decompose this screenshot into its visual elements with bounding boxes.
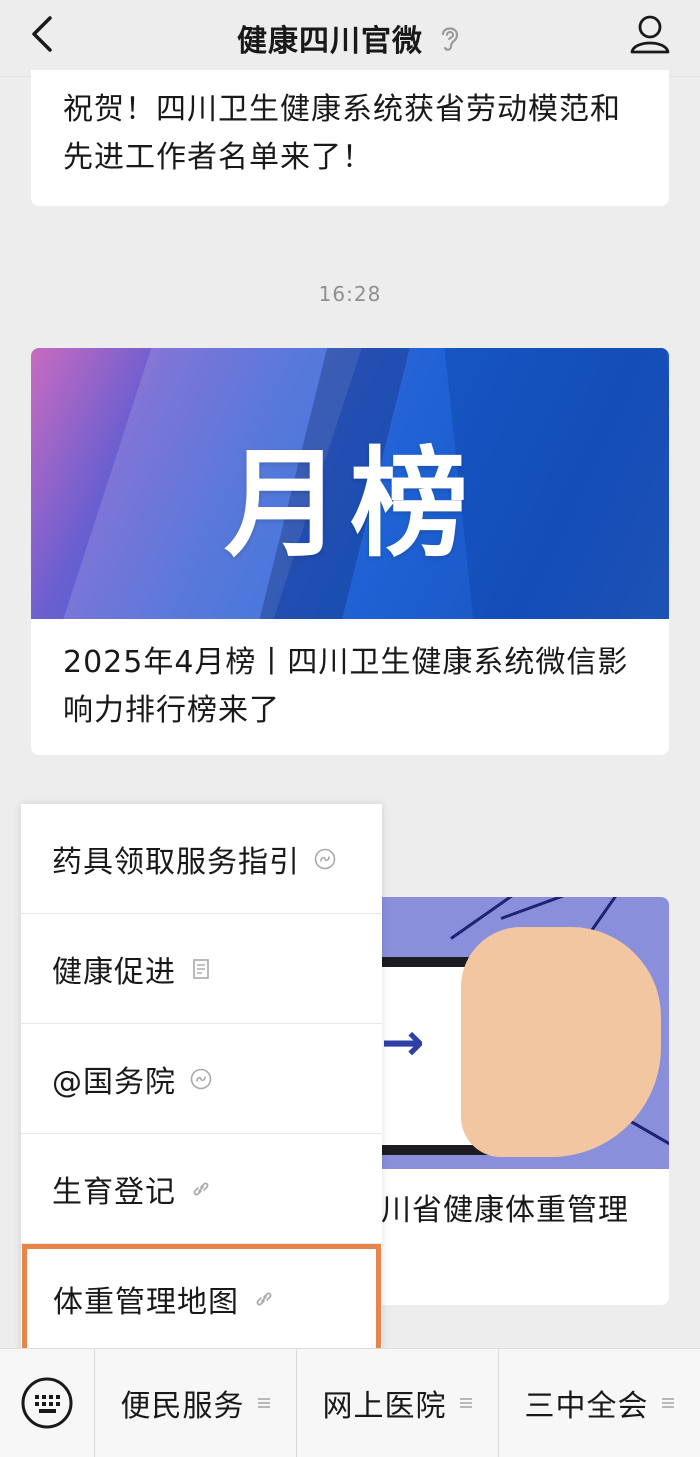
back-arrow-icon[interactable] xyxy=(24,14,64,54)
article-icon xyxy=(193,958,209,979)
keyboard-icon xyxy=(21,1377,73,1429)
submenu-indicator-icon xyxy=(459,1398,472,1408)
profile-icon[interactable] xyxy=(628,12,672,56)
article-title: 2025年4月榜丨四川卫生健康系统微信影响力排行榜来了 xyxy=(63,645,629,728)
miniprogram-icon xyxy=(190,1068,212,1089)
menu-item-label: 生育登记 xyxy=(52,1174,176,1210)
menu-item-label: @国务院 xyxy=(52,1064,176,1100)
arrow-icon: → xyxy=(381,1013,425,1073)
top-nav-bar: 健康四川官微 xyxy=(0,0,700,77)
timestamp: 16:28 xyxy=(318,282,382,306)
menu-item-label: 药具领取服务指引 xyxy=(52,844,300,880)
article-cover-image: 月榜 xyxy=(31,348,669,619)
menu-tab-label: 网上医院 xyxy=(322,1389,447,1424)
menu-item-label: 健康促进 xyxy=(52,954,176,990)
menu-item-health-promotion[interactable]: 健康促进 xyxy=(21,914,382,1024)
menu-item-yaoju[interactable]: 药具领取服务指引 xyxy=(21,804,382,914)
menu-tab-plenary[interactable]: 三中全会 xyxy=(499,1349,700,1457)
menu-tab-label: 三中全会 xyxy=(524,1389,649,1424)
keyboard-toggle-button[interactable] xyxy=(0,1349,95,1457)
menu-tab-online-hospital[interactable]: 网上医院 xyxy=(297,1349,499,1457)
page-title: 健康四川官微 xyxy=(237,24,423,59)
ear-icon[interactable] xyxy=(437,23,463,53)
submenu-popup: 药具领取服务指引 健康促进 @国务院 生育登记 体重管理地图 xyxy=(21,804,382,1353)
article-card[interactable]: 月榜 2025年4月榜丨四川卫生健康系统微信影响力排行榜来了 xyxy=(31,348,669,755)
menu-item-state-council[interactable]: @国务院 xyxy=(21,1024,382,1134)
cover-headline: 月榜 xyxy=(223,435,476,573)
link-icon xyxy=(193,1182,209,1195)
menu-item-weight-map[interactable]: 体重管理地图 xyxy=(22,1244,381,1353)
menu-tab-services[interactable]: 便民服务 xyxy=(95,1349,297,1457)
menu-item-birth-registration[interactable]: 生育登记 xyxy=(21,1134,382,1244)
miniprogram-icon xyxy=(314,848,336,869)
submenu-indicator-icon xyxy=(661,1398,674,1408)
bottom-menu-bar: 便民服务 网上医院 三中全会 xyxy=(0,1348,700,1457)
menu-item-label: 体重管理地图 xyxy=(53,1284,239,1320)
article-title: 祝贺！四川卫生健康系统获省劳动模范和先进工作者名单来了！ xyxy=(63,92,621,175)
article-card[interactable]: 祝贺！四川卫生健康系统获省劳动模范和先进工作者名单来了！ xyxy=(31,70,669,206)
link-icon xyxy=(256,1292,272,1305)
submenu-indicator-icon xyxy=(257,1398,270,1408)
menu-tab-label: 便民服务 xyxy=(120,1389,245,1424)
